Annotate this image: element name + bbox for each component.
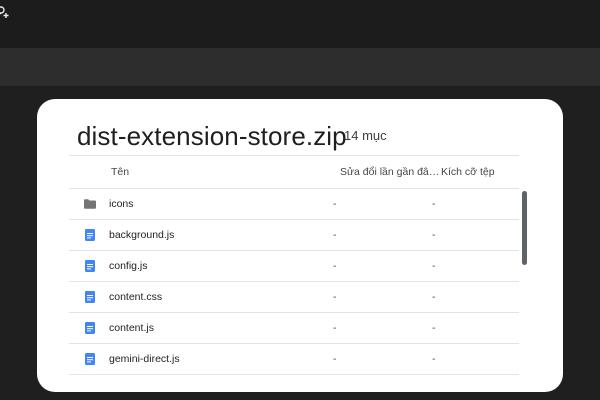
file-size: -: [432, 322, 436, 334]
file-name: gemini-direct.js: [109, 353, 180, 365]
add-account-icon[interactable]: [0, 4, 10, 20]
file-table: Tên Sửa đổi lần gần đây nhất Kích cỡ tệp…: [69, 155, 519, 375]
file-name: icons: [109, 198, 134, 210]
table-row[interactable]: gemini-direct.js - -: [69, 344, 519, 375]
toolbar-strip: [0, 48, 600, 86]
file-modified: -: [333, 260, 337, 272]
column-header-modified[interactable]: Sửa đổi lần gần đây nhất: [340, 166, 440, 178]
table-row[interactable]: content.css - -: [69, 282, 519, 313]
file-name: config.js: [109, 260, 148, 272]
table-header: Tên Sửa đổi lần gần đây nhất Kích cỡ tệp: [69, 155, 519, 189]
column-header-size[interactable]: Kích cỡ tệp: [441, 166, 495, 178]
folder-icon: [84, 199, 96, 209]
file-size: -: [432, 198, 436, 210]
table-row[interactable]: content.js - -: [69, 313, 519, 344]
document-icon: [85, 353, 95, 365]
file-size: -: [432, 353, 436, 365]
dialog-title: dist-extension-store.zip: [77, 121, 347, 151]
table-row[interactable]: background.js - -: [69, 220, 519, 251]
file-name: background.js: [109, 229, 175, 241]
zip-preview-dialog: dist-extension-store.zip 14 mục Tên Sửa …: [37, 99, 563, 392]
item-count: 14 mục: [344, 128, 387, 143]
file-modified: -: [333, 198, 337, 210]
scrollbar[interactable]: [522, 191, 527, 265]
file-size: -: [432, 229, 436, 241]
table-row[interactable]: config.js - -: [69, 251, 519, 282]
file-size: -: [432, 260, 436, 272]
file-modified: -: [333, 322, 337, 334]
column-header-name[interactable]: Tên: [111, 166, 129, 178]
file-modified: -: [333, 353, 337, 365]
document-icon: [85, 229, 95, 241]
file-size: -: [432, 291, 436, 303]
file-name: content.js: [109, 322, 154, 334]
top-bar: [0, 0, 600, 48]
document-icon: [85, 291, 95, 303]
table-body: icons - - background.js - - config.js - - content…: [69, 189, 519, 375]
document-icon: [85, 260, 95, 272]
table-row[interactable]: icons - -: [69, 189, 519, 220]
file-modified: -: [333, 291, 337, 303]
file-modified: -: [333, 229, 337, 241]
document-icon: [85, 322, 95, 334]
file-name: content.css: [109, 291, 163, 303]
